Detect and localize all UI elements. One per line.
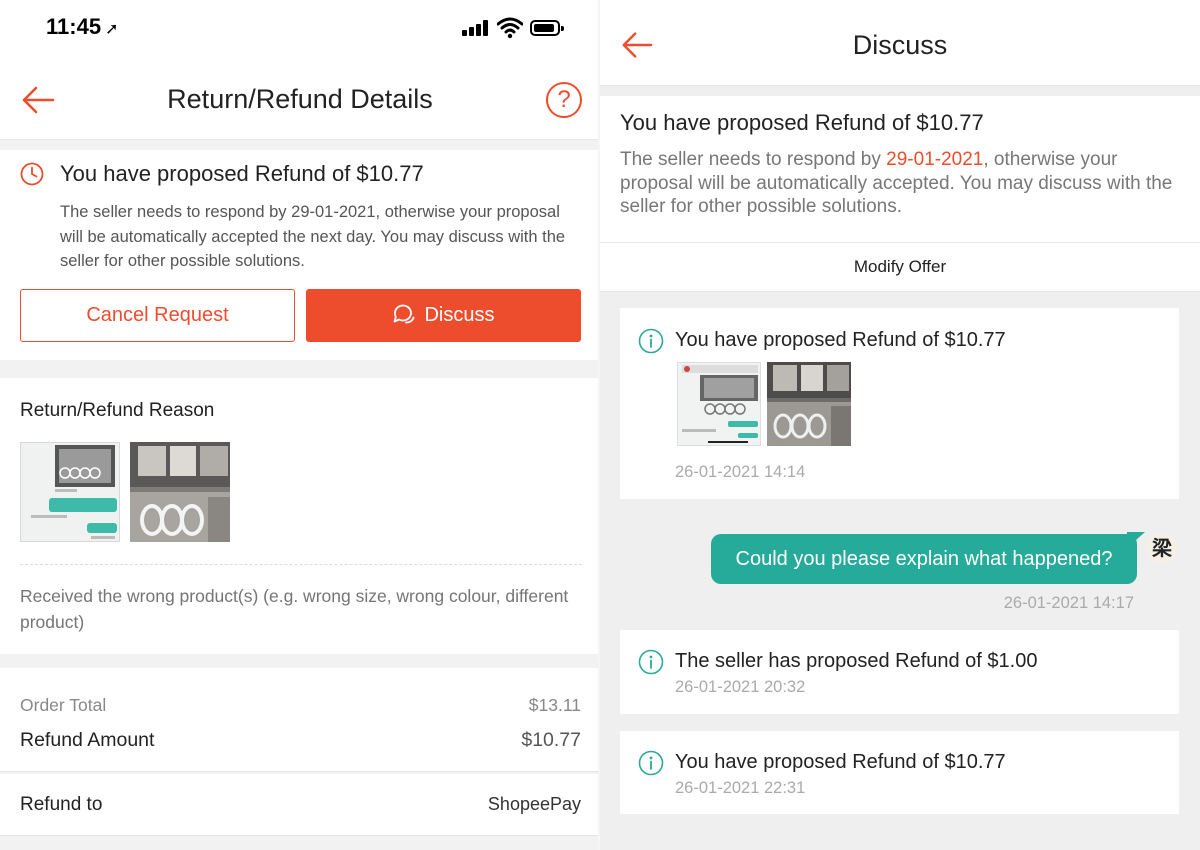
- discuss-button-label: Discuss: [424, 304, 495, 326]
- battery-icon: [530, 20, 564, 36]
- message-time: 26-01-2021 20:32: [675, 678, 806, 696]
- location-arrow-icon: ➚: [105, 21, 119, 38]
- refund-reason-card: Return/Refund Reason Received the wrong …: [0, 378, 600, 654]
- refund-details-screen: 11:45 ➚ Return/Refund Details ? You have …: [0, 0, 600, 850]
- header-bar: Return/Refund Details ?: [0, 60, 600, 140]
- refund-status-title: You have proposed Refund of $10.77: [60, 161, 424, 186]
- refund-amount-value: $10.77: [521, 729, 581, 751]
- modify-offer-bar: Modify Offer: [600, 242, 1200, 292]
- product-photo-thumbnail[interactable]: [130, 442, 230, 542]
- respond-by-date: 29-01-2021: [886, 149, 984, 170]
- wifi-icon: [497, 17, 523, 39]
- order-total-value: $13.11: [528, 695, 581, 715]
- cellular-signal-icon: [462, 20, 490, 36]
- info-icon: [638, 328, 664, 354]
- divider: [20, 564, 582, 565]
- clock-icon: [20, 162, 44, 186]
- reason-text: Received the wrong product(s) (e.g. wron…: [20, 586, 569, 632]
- bubble-tail: [1127, 532, 1145, 548]
- chat-message-bubble: Could you please explain what happened?: [711, 534, 1137, 584]
- refund-status-card: You have proposed Refund of $10.77 The s…: [0, 150, 600, 360]
- reason-title: Return/Refund Reason: [20, 400, 215, 421]
- modify-offer-button[interactable]: Modify Offer: [600, 257, 1200, 277]
- system-message-card: The seller has proposed Refund of $1.00 …: [620, 630, 1179, 714]
- system-message-card: You have proposed Refund of $10.77 26-01…: [620, 731, 1179, 814]
- cancel-request-button[interactable]: Cancel Request: [20, 289, 295, 342]
- status-bar: 11:45 ➚: [0, 0, 600, 60]
- message-title: You have proposed Refund of $10.77: [675, 751, 1006, 773]
- message-title: You have proposed Refund of $10.77: [675, 329, 1006, 351]
- refund-status-description: The seller needs to respond by 29-01-202…: [60, 203, 566, 270]
- refund-to-value: ShopeePay: [487, 794, 581, 814]
- info-icon: [638, 750, 664, 776]
- totals-card: Order Total $13.11 Refund Amount $10.77: [0, 668, 600, 772]
- discuss-status-title: You have proposed Refund of $10.77: [620, 110, 984, 135]
- info-icon: [638, 649, 664, 675]
- refund-to-label: Refund to: [20, 794, 103, 815]
- page-title: Return/Refund Details: [167, 84, 433, 114]
- discuss-status-card: You have proposed Refund of $10.77 The s…: [600, 96, 1200, 242]
- order-total-label: Order Total: [20, 695, 107, 715]
- chat-screenshot-thumbnail[interactable]: [677, 362, 761, 446]
- chat-screenshot-thumbnail[interactable]: [20, 442, 120, 542]
- discuss-status-description: The seller needs to respond by 29-01-202…: [620, 149, 1173, 217]
- help-icon[interactable]: ?: [546, 82, 582, 118]
- chat-bubbles-icon: [394, 304, 415, 324]
- message-title: The seller has proposed Refund of $1.00: [675, 650, 1038, 672]
- message-time: 26-01-2021 22:31: [675, 779, 806, 797]
- refund-amount-label: Refund Amount: [20, 729, 155, 751]
- discuss-button[interactable]: Discuss: [306, 289, 581, 342]
- system-message-card: You have proposed Refund of $10.77 26-01…: [620, 308, 1179, 499]
- chat-message-time: 26-01-2021 14:17: [1003, 594, 1134, 612]
- discuss-header-bar: Discuss: [600, 0, 1200, 86]
- status-time: 11:45 ➚: [46, 14, 119, 39]
- message-time: 26-01-2021 14:14: [675, 463, 806, 481]
- product-photo-thumbnail[interactable]: [767, 362, 851, 446]
- refund-to-card: Refund to ShopeePay: [0, 774, 600, 836]
- discuss-title: Discuss: [852, 30, 948, 60]
- avatar: 梁: [1146, 532, 1178, 564]
- discuss-screen: Discuss You have proposed Refund of $10.…: [600, 0, 1200, 850]
